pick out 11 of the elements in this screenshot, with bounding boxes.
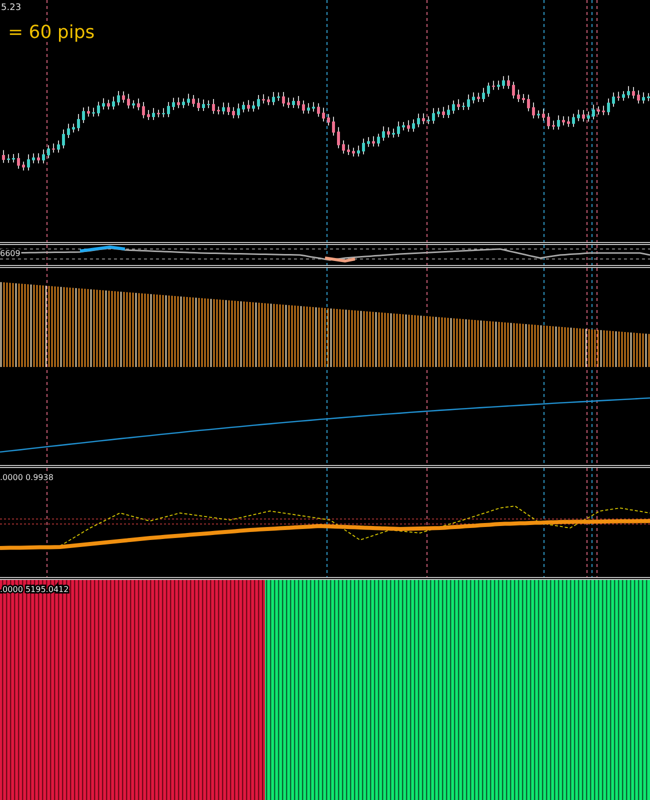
value-label: .0000 0.9938: [0, 473, 54, 482]
vertical-marker-line: [426, 245, 428, 265]
value-label: 5.23: [1, 3, 22, 13]
vertical-marker-line: [46, 245, 48, 265]
vertical-marker-line: [326, 245, 328, 265]
low-zone-highlight: [324, 256, 356, 263]
high-zone-highlight: [80, 245, 126, 252]
value-label: .0000 5195.0412: [0, 585, 69, 594]
value-label: = 60 pips: [8, 22, 95, 43]
vertical-marker-line: [586, 245, 588, 265]
vertical-marker-line: [596, 245, 598, 265]
